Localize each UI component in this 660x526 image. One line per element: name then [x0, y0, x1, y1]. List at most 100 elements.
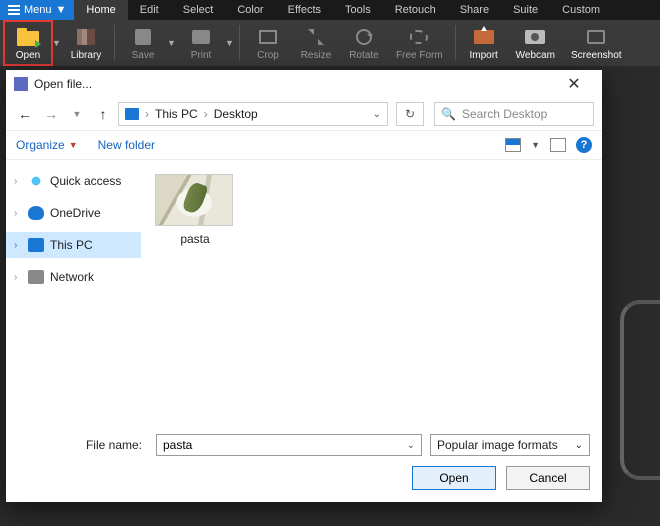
breadcrumb-sep: › [204, 107, 208, 121]
print-button[interactable]: Print [177, 21, 225, 65]
tab-home[interactable]: Home [74, 0, 127, 20]
back-button[interactable]: ← [14, 103, 36, 125]
crop-label: Crop [257, 50, 279, 61]
open-dropdown[interactable]: ▼ [52, 38, 62, 48]
forward-button[interactable]: → [40, 103, 62, 125]
rotate-icon [356, 29, 372, 45]
webcam-button[interactable]: Webcam [508, 21, 563, 65]
refresh-button[interactable]: ↻ [396, 102, 424, 126]
separator [455, 25, 456, 61]
help-button[interactable]: ? [576, 137, 592, 153]
freeform-label: Free Form [396, 50, 443, 61]
filename-input[interactable] [163, 438, 407, 452]
recent-dropdown[interactable]: ▼ [66, 103, 88, 125]
open-button[interactable]: Open [412, 466, 496, 490]
tab-custom[interactable]: Custom [550, 0, 612, 20]
screenshot-label: Screenshot [571, 50, 622, 61]
address-bar[interactable]: › This PC › Desktop ⌄ [118, 102, 388, 126]
address-dropdown[interactable]: ⌄ [373, 109, 381, 120]
separator [239, 25, 240, 61]
library-button[interactable]: Library [62, 21, 110, 65]
view-mode-button[interactable] [505, 138, 521, 152]
app-menubar: Menu ▼ Home Edit Select Color Effects To… [0, 0, 660, 20]
tree-onedrive[interactable]: › OneDrive [6, 200, 141, 226]
crop-icon [259, 30, 277, 44]
save-dropdown[interactable]: ▼ [167, 38, 177, 48]
tab-color[interactable]: Color [225, 0, 275, 20]
preview-pane-button[interactable] [550, 138, 566, 152]
tab-suite[interactable]: Suite [501, 0, 550, 20]
file-item-pasta[interactable]: pasta [155, 174, 235, 246]
print-icon [192, 30, 210, 44]
cancel-button[interactable]: Cancel [506, 466, 590, 490]
save-label: Save [132, 50, 155, 61]
tab-effects[interactable]: Effects [276, 0, 333, 20]
chevron-down-icon[interactable]: ▼ [531, 140, 540, 150]
screenshot-button[interactable]: Screenshot [563, 21, 630, 65]
tab-select[interactable]: Select [171, 0, 226, 20]
screenshot-icon [587, 30, 605, 44]
filetype-filter[interactable]: Popular image formats ⌄ [430, 434, 590, 456]
menu-button[interactable]: Menu ▼ [0, 0, 74, 20]
tree-this-pc[interactable]: › This PC [6, 232, 141, 258]
search-placeholder: Search Desktop [462, 107, 547, 121]
import-button[interactable]: Import [460, 21, 508, 65]
save-icon [135, 29, 151, 45]
chevron-down-icon[interactable]: ⌄ [407, 440, 415, 451]
network-icon [28, 270, 44, 284]
open-button[interactable]: Open [4, 21, 52, 65]
webcam-label: Webcam [516, 50, 555, 61]
tree-quick-access[interactable]: › Quick access [6, 168, 141, 194]
organize-label: Organize [16, 138, 65, 152]
up-button[interactable]: ↑ [92, 103, 114, 125]
filename-combo[interactable]: ⌄ [156, 434, 422, 456]
chevron-down-icon: ⌄ [575, 440, 583, 451]
app-icon [14, 77, 28, 91]
ribbon: Open ▼ Library Save ▼ Print ▼ Crop Resiz… [0, 20, 660, 66]
resize-button[interactable]: Resize [292, 21, 340, 65]
tree-network[interactable]: › Network [6, 264, 141, 290]
file-pane[interactable]: pasta [141, 160, 602, 426]
dialog-title: Open file... [34, 77, 92, 91]
print-dropdown[interactable]: ▼ [225, 38, 235, 48]
freeform-icon [410, 30, 428, 44]
rotate-button[interactable]: Rotate [340, 21, 388, 65]
file-label: pasta [155, 232, 235, 246]
breadcrumb-root[interactable]: This PC [155, 107, 198, 121]
filename-label: File name: [18, 438, 148, 452]
tab-retouch[interactable]: Retouch [383, 0, 448, 20]
tree-label: OneDrive [50, 206, 101, 220]
chevron-right-icon: › [14, 208, 22, 219]
new-folder-button[interactable]: New folder [98, 138, 155, 152]
breadcrumb-sep: › [145, 107, 149, 121]
menu-label: Menu [24, 4, 52, 16]
filter-label: Popular image formats [437, 438, 558, 452]
dialog-toolbar: Organize ▼ New folder ▼ ? [6, 130, 602, 160]
canvas-edge-decoration [620, 300, 660, 480]
crop-button[interactable]: Crop [244, 21, 292, 65]
rotate-label: Rotate [349, 50, 378, 61]
tab-share[interactable]: Share [448, 0, 501, 20]
save-button[interactable]: Save [119, 21, 167, 65]
breadcrumb-folder[interactable]: Desktop [214, 107, 258, 121]
import-label: Import [470, 50, 498, 61]
search-box[interactable]: 🔍 Search Desktop [434, 102, 594, 126]
tab-tools[interactable]: Tools [333, 0, 383, 20]
tree-label: Network [50, 270, 94, 284]
chevron-right-icon: › [14, 272, 22, 283]
resize-label: Resize [301, 50, 332, 61]
dialog-titlebar: Open file... ✕ [6, 70, 602, 98]
tree-label: Quick access [50, 174, 121, 188]
dialog-footer: File name: ⌄ Popular image formats ⌄ Ope… [6, 426, 602, 502]
close-button[interactable]: ✕ [554, 74, 594, 94]
print-label: Print [191, 50, 212, 61]
search-icon: 🔍 [441, 107, 456, 121]
tab-edit[interactable]: Edit [128, 0, 171, 20]
dialog-body: › Quick access › OneDrive › This PC › Ne… [6, 160, 602, 426]
separator [114, 25, 115, 61]
freeform-button[interactable]: Free Form [388, 21, 451, 65]
open-file-dialog: Open file... ✕ ← → ▼ ↑ › This PC › Deskt… [6, 70, 602, 502]
chevron-right-icon: › [14, 176, 22, 187]
organize-menu[interactable]: Organize ▼ [16, 138, 78, 152]
import-icon [474, 30, 494, 44]
